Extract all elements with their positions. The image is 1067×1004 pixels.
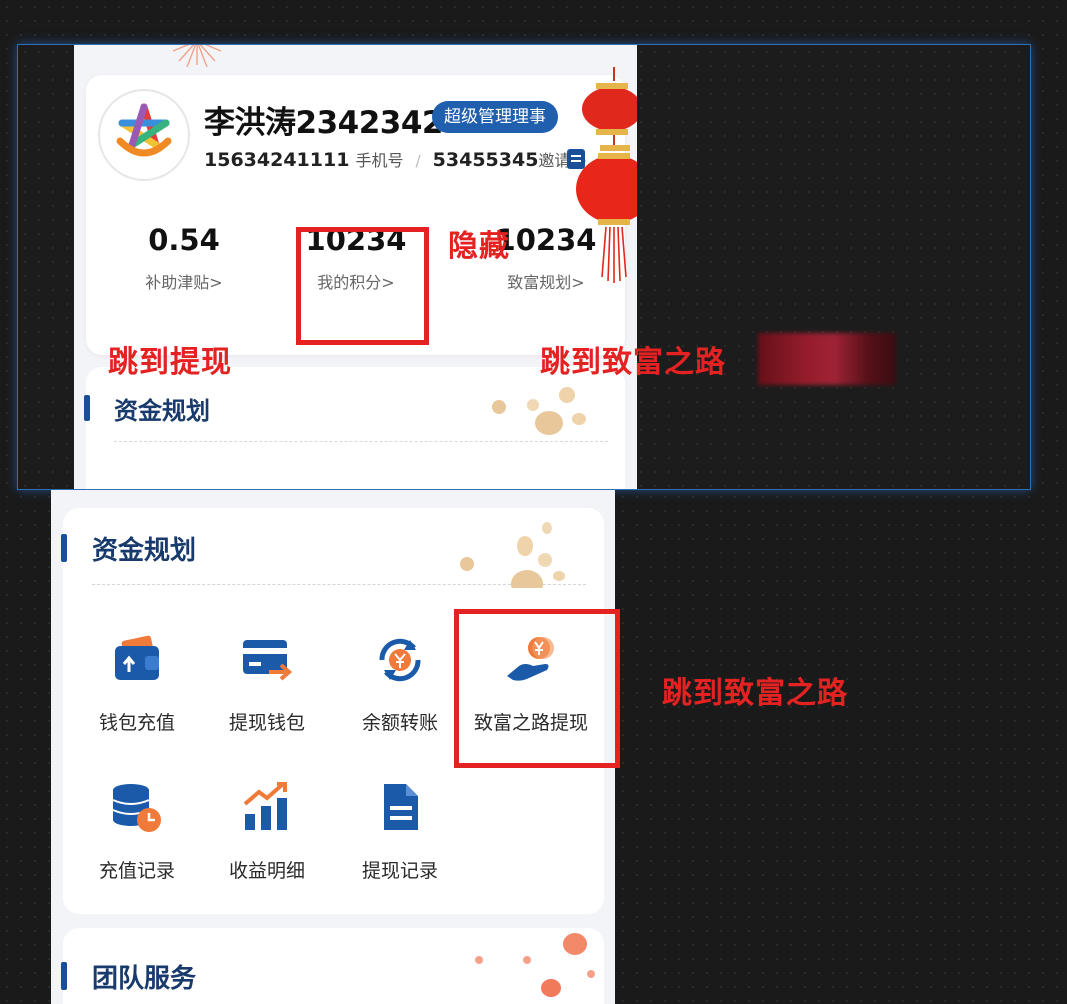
recharge-record-label: 充值记录 bbox=[98, 860, 175, 882]
user-name: 李洪涛2342342 bbox=[204, 105, 444, 141]
chevron-right-icon: > bbox=[209, 273, 223, 292]
info-separator: / bbox=[415, 152, 421, 170]
wallet-recharge-button[interactable]: 钱包充值 bbox=[71, 632, 203, 735]
subsidy-value[interactable]: 0.54 bbox=[94, 223, 274, 257]
balance-transfer-button[interactable]: 余额转账 bbox=[334, 632, 466, 735]
coins-decoration bbox=[460, 522, 565, 588]
sky-lanterns-decoration bbox=[475, 933, 595, 997]
annotation-jump-road-top: 跳到致富之路 bbox=[540, 345, 726, 380]
wallet-icon bbox=[115, 635, 159, 680]
section-accent-bar bbox=[84, 395, 90, 421]
withdraw-record-button[interactable]: 提现记录 bbox=[334, 780, 466, 883]
income-details-button[interactable]: 收益明细 bbox=[201, 780, 333, 883]
section-accent-bar bbox=[61, 962, 67, 990]
yen-exchange-icon bbox=[379, 638, 421, 682]
subsidy-link[interactable]: 补助津贴> bbox=[94, 269, 274, 293]
red-lantern-decoration bbox=[576, 67, 637, 283]
database-clock-icon bbox=[112, 784, 161, 832]
phone-label: 手机号 bbox=[355, 151, 404, 170]
funds-section-title: 资金规划 bbox=[92, 536, 197, 566]
annotation-hide: 隐藏 bbox=[448, 229, 510, 264]
document-icon bbox=[384, 784, 418, 830]
section-accent-bar bbox=[61, 534, 67, 562]
withdraw-wallet-label: 提现钱包 bbox=[228, 712, 305, 734]
bar-chart-growth-icon bbox=[243, 782, 287, 830]
avatar[interactable] bbox=[98, 89, 190, 181]
funds-section-title: 资金规划 bbox=[114, 397, 210, 425]
points-highlight-box bbox=[296, 227, 429, 345]
firework-decoration bbox=[172, 45, 222, 68]
wealth-plan-label: 致富规划 bbox=[507, 273, 572, 292]
card-transfer-icon bbox=[243, 640, 293, 681]
invite-code: 53455345 bbox=[432, 149, 539, 171]
subsidy-label: 补助津贴 bbox=[145, 273, 210, 292]
recharge-record-button[interactable]: 充值记录 bbox=[71, 780, 203, 883]
income-details-label: 收益明细 bbox=[228, 860, 305, 882]
top-screenshot-frame: 李洪涛2342342 超级管理理事 15634241111 手机号 / 5345… bbox=[17, 44, 1031, 490]
annotation-jump-withdraw: 跳到提现 bbox=[108, 345, 232, 380]
contact-info-line: 15634241111 手机号 / 53455345邀请码 bbox=[204, 147, 586, 171]
withdraw-wallet-button[interactable]: 提现钱包 bbox=[201, 632, 333, 735]
balance-transfer-label: 余额转账 bbox=[361, 712, 438, 734]
star-logo-icon bbox=[116, 103, 172, 157]
wealth-road-highlight-box bbox=[454, 609, 620, 768]
team-section-title: 团队服务 bbox=[92, 964, 197, 994]
withdraw-record-label: 提现记录 bbox=[361, 860, 438, 882]
phone-number: 15634241111 bbox=[204, 149, 350, 171]
wallet-recharge-label: 钱包充值 bbox=[98, 712, 175, 734]
redacted-blur-block bbox=[758, 333, 896, 385]
role-badge: 超级管理理事 bbox=[432, 101, 558, 133]
annotation-jump-road-bottom: 跳到致富之路 bbox=[662, 676, 848, 711]
